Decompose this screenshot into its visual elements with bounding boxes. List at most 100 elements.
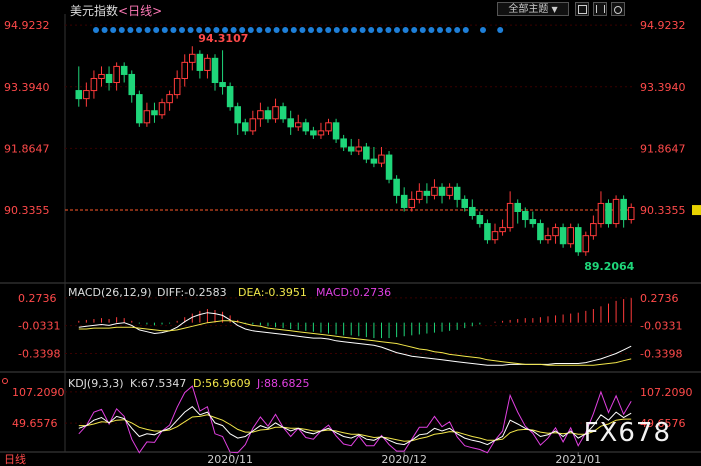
event-dot: [101, 27, 108, 33]
candle-body: [446, 186, 453, 196]
event-dot: [359, 27, 366, 33]
watermark-logo: FX678: [583, 418, 671, 448]
kdj-tick-right: 107.2090: [640, 386, 693, 399]
candle-body: [408, 198, 416, 208]
candle-body: [552, 227, 559, 237]
event-dot: [437, 27, 443, 33]
candle-body: [128, 73, 136, 96]
event-dot: [144, 27, 151, 33]
candle-body: [582, 235, 590, 253]
event-dot: [187, 27, 194, 33]
candle-body: [559, 227, 567, 245]
period-label[interactable]: <日线>: [118, 4, 162, 18]
panel-toggle-button[interactable]: [593, 2, 607, 16]
candle-body: [612, 198, 620, 225]
event-dot: [170, 27, 177, 33]
candle-body: [105, 73, 113, 84]
candle-body: [620, 198, 627, 221]
candle-body: [605, 202, 612, 225]
event-dot: [316, 27, 323, 33]
candle-body: [189, 53, 196, 63]
candle-body: [438, 186, 446, 196]
settings-button[interactable]: [611, 2, 625, 16]
event-dot: [118, 27, 125, 33]
low-annotation: 89.2064: [584, 260, 634, 273]
event-dot: [153, 27, 160, 33]
theme-dropdown[interactable]: 全部主题 ▼: [497, 2, 569, 16]
event-dot: [342, 27, 349, 33]
symbol-title: 美元指数: [70, 4, 119, 18]
candle-body: [529, 219, 537, 225]
fullscreen-button[interactable]: [575, 2, 589, 16]
price-tick-right: 94.9232: [640, 19, 686, 32]
candle-body: [113, 65, 120, 84]
kdj-title: KDJ(9,3,3): [68, 377, 124, 390]
kdj-d-value: D:56.9609: [193, 377, 251, 390]
candle-body: [287, 118, 294, 128]
price-tick-left: 93.3940: [4, 81, 50, 94]
candle-body: [136, 94, 143, 124]
candle-body: [90, 77, 98, 92]
event-dot: [290, 27, 297, 33]
event-dot: [368, 27, 375, 33]
candle-body: [204, 57, 211, 71]
event-dot: [480, 27, 486, 33]
candle-body: [294, 122, 302, 128]
candle-body: [264, 110, 272, 120]
event-dot: [93, 27, 99, 33]
candle-body: [385, 154, 393, 180]
candle-body: [241, 122, 249, 132]
x-tick-label: 2021/01: [555, 453, 601, 466]
price-tick-right: 91.8647: [640, 142, 686, 155]
candle-body: [499, 227, 506, 233]
event-dot: [161, 27, 168, 33]
event-dot: [497, 27, 504, 33]
event-dot: [110, 27, 117, 33]
event-dot: [394, 27, 400, 33]
candle-body: [98, 73, 105, 79]
event-dot: [351, 27, 357, 33]
candle-body: [461, 198, 469, 208]
candle-body: [332, 122, 340, 140]
kdj-k-line: [78, 406, 632, 446]
event-dot: [411, 27, 418, 33]
event-dot: [273, 27, 280, 33]
candle-body: [491, 231, 499, 241]
candle-body: [151, 110, 158, 116]
candle-body: [279, 106, 287, 120]
candle-body: [597, 202, 605, 225]
candle-body: [590, 223, 597, 237]
x-tick-label: 2020/12: [381, 453, 427, 466]
candle-body: [340, 138, 347, 148]
candle-body: [83, 90, 90, 100]
macd-title: MACD(26,12,9): [68, 286, 152, 299]
candle-body: [173, 77, 181, 96]
candle-body: [120, 65, 128, 75]
candle-body: [226, 86, 234, 108]
price-tick-left: 94.9232: [4, 19, 50, 32]
event-dot: [376, 27, 383, 33]
event-dot: [247, 27, 254, 33]
candle-body: [355, 146, 363, 152]
macd-tick-left: 0.2736: [18, 292, 57, 305]
candle-body: [627, 206, 635, 221]
x-tick-label: 2020/11: [207, 453, 253, 466]
event-dot: [136, 27, 142, 33]
candle-body: [370, 158, 378, 164]
candle-body: [514, 202, 521, 212]
macd-tick-left: -0.0331: [18, 320, 60, 333]
candle-body: [257, 110, 264, 120]
macd-dea-value: DEA:-0.3951: [238, 286, 307, 299]
kdj-tick-left: 107.2090: [12, 386, 65, 399]
candle-body: [347, 146, 355, 152]
candle-body: [476, 215, 484, 225]
candle-body: [196, 53, 204, 71]
candle-body: [400, 194, 408, 208]
candle-body: [453, 186, 461, 200]
candle-body: [423, 190, 431, 196]
event-dot: [308, 27, 314, 33]
event-dot: [179, 27, 185, 33]
candle-body: [310, 130, 317, 136]
theme-dropdown-label: 全部主题: [508, 4, 549, 15]
candle-body: [181, 61, 189, 79]
